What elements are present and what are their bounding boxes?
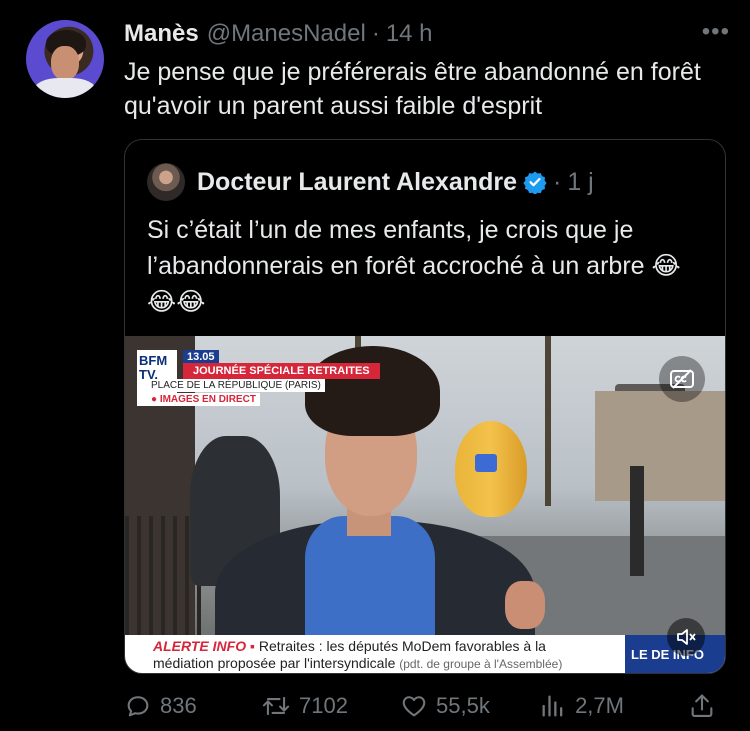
- bfm-live: ● IMAGES EN DIRECT: [147, 393, 260, 406]
- verified-badge-icon: [523, 170, 547, 194]
- bfm-place: PLACE DE LA RÉPUBLIQUE (PARIS): [147, 379, 325, 392]
- like-button[interactable]: 55,5k: [400, 692, 539, 720]
- more-options-icon[interactable]: •••: [702, 18, 730, 46]
- views-icon: [542, 695, 563, 717]
- ticker-line-1-text: Retraites : les députés MoDem favorables…: [254, 638, 546, 654]
- building: [595, 391, 725, 501]
- avatar-face: [51, 46, 79, 80]
- share-button[interactable]: [688, 692, 724, 720]
- author-avatar[interactable]: [26, 20, 104, 98]
- quoted-tweet-header: Docteur Laurent Alexandre · 1 j: [147, 162, 594, 202]
- ticker-small-text: (pdt. de groupe à l'Assemblée): [399, 657, 563, 671]
- quoted-time[interactable]: 1 j: [567, 168, 593, 197]
- like-count: 55,5k: [436, 693, 490, 718]
- quoted-tweet-text: Si c’était l’un de mes enfants, je crois…: [147, 216, 681, 316]
- reply-icon: [127, 696, 149, 717]
- reply-button[interactable]: 836: [124, 692, 261, 720]
- video-player[interactable]: BFM TV. 13.05 JOURNÉE SPÉCIALE RETRAITES…: [125, 336, 725, 673]
- ticker-line-2: médiation proposée par l'intersyndicale …: [153, 655, 562, 671]
- retweet-count: 7102: [299, 693, 348, 718]
- avatar-shirt: [34, 78, 96, 98]
- tweet-text: Je pense que je préférerais être abandon…: [124, 58, 701, 120]
- bfm-time: 13.05: [183, 350, 219, 364]
- boy-hair: [305, 346, 440, 436]
- author-name[interactable]: Manès: [124, 20, 199, 48]
- ticker-line-2-text: médiation proposée par l'intersyndicale: [153, 655, 396, 671]
- news-ticker: ALERTE INFO ▪ Retraites : les députés Mo…: [125, 635, 725, 673]
- quoted-author-name[interactable]: Docteur Laurent Alexandre: [197, 168, 517, 197]
- header-separator: ·: [371, 20, 380, 47]
- bfm-banner: JOURNÉE SPÉCIALE RETRAITES: [183, 363, 380, 379]
- share-icon: [691, 694, 713, 717]
- retweet-icon: [262, 696, 290, 716]
- ticker-line-1: ALERTE INFO ▪ Retraites : les députés Mo…: [153, 638, 546, 654]
- quoted-tweet[interactable]: Docteur Laurent Alexandre · 1 j Si c’éta…: [124, 139, 726, 674]
- tweet-header: Manès @ManesNadel · 14 h •••: [124, 18, 730, 50]
- ticker-alert: ALERTE INFO ▪: [153, 638, 255, 654]
- balloon-logo: [475, 454, 497, 472]
- views-button[interactable]: 2,7M: [539, 692, 688, 720]
- quoted-author-avatar[interactable]: [147, 163, 185, 201]
- reply-count: 836: [160, 693, 197, 718]
- author-handle[interactable]: @ManesNadel: [207, 20, 366, 48]
- captions-off-icon[interactable]: [659, 356, 705, 402]
- tree-trunk: [545, 336, 551, 506]
- tweet-time[interactable]: 14 h: [386, 20, 433, 48]
- street-lamp: [630, 466, 644, 576]
- quoted-separator: ·: [552, 167, 562, 196]
- retweet-button[interactable]: 7102: [261, 692, 400, 720]
- heart-icon: [402, 696, 426, 717]
- boy-hand: [505, 581, 545, 629]
- mute-icon[interactable]: [667, 618, 705, 656]
- views-count: 2,7M: [575, 693, 624, 718]
- action-bar: 836 7102 55,5k 2,7M: [124, 688, 724, 724]
